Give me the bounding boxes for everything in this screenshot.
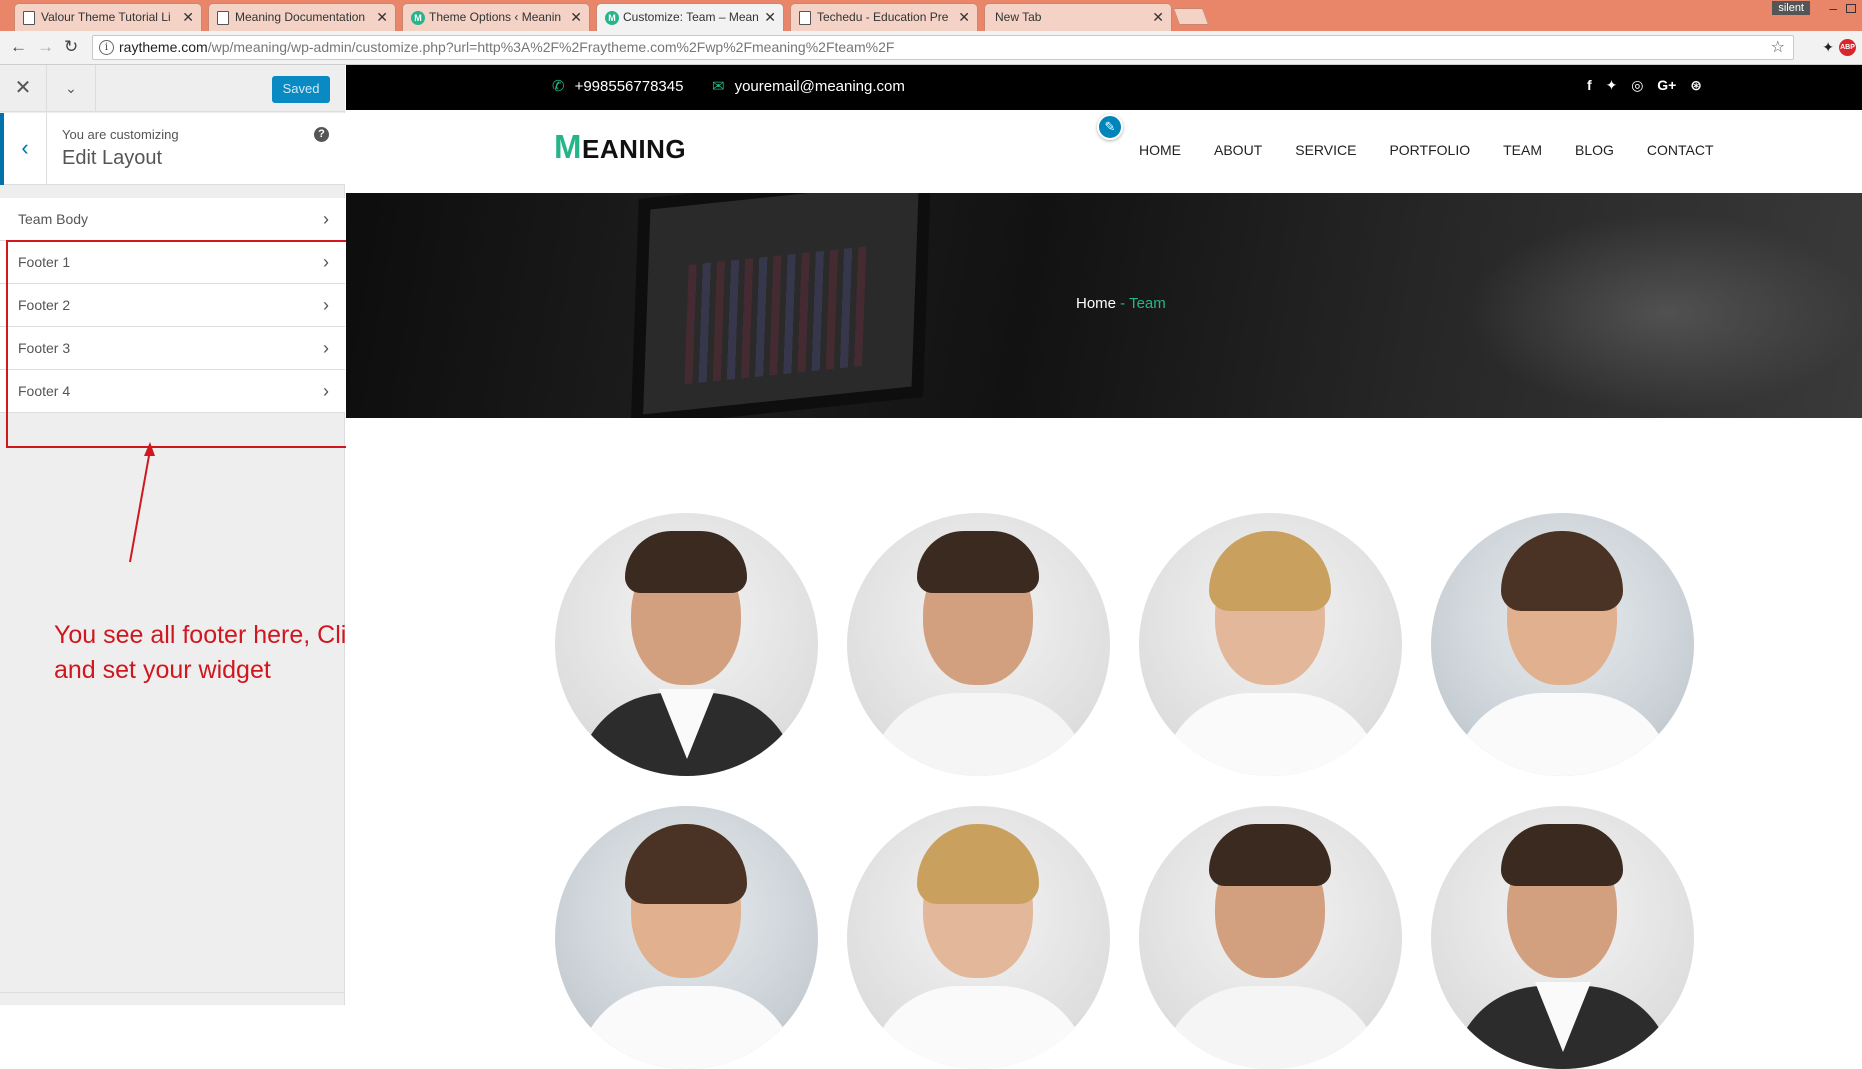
extension-icon[interactable]: ✦ (1822, 39, 1834, 56)
phone-number: +998556778345 (574, 78, 684, 95)
edit-shortcut-pencil-icon[interactable]: ✎ (1097, 114, 1123, 140)
back-chevron-icon[interactable]: ‹ (0, 113, 47, 185)
browser-tab-active[interactable]: M Customize: Team – Mean ✕ (596, 3, 784, 31)
customizing-label: You are customizing (62, 127, 179, 142)
breadcrumb-home[interactable]: Home (1076, 295, 1116, 312)
menu-item-contact[interactable]: CONTACT (1647, 142, 1714, 158)
meaning-favicon-icon: M (411, 11, 425, 25)
contact-phone: ✆ +998556778345 (552, 77, 683, 95)
browser-tab[interactable]: Techedu - Education Pre ✕ (790, 3, 978, 31)
menu-item-home[interactable]: HOME (1139, 142, 1181, 158)
contact-email: ✉ youremail@meaning.com (712, 77, 905, 95)
team-member-photo[interactable] (1139, 806, 1402, 1069)
main-menu: HOME ABOUT SERVICE PORTFOLIO TEAM BLOG C… (1139, 142, 1747, 158)
browser-tab[interactable]: M Theme Options ‹ Meanin ✕ (402, 3, 590, 31)
url-input[interactable]: i raytheme.com/wp/meaning/wp-admin/custo… (92, 35, 1794, 60)
close-icon[interactable]: ✕ (570, 4, 582, 31)
breadcrumb: Home - Team (1076, 295, 1166, 312)
chevron-right-icon: › (323, 209, 329, 229)
page-icon (799, 11, 811, 25)
browser-toolbar: ← → ↻ i raytheme.com/wp/meaning/wp-admin… (0, 31, 1862, 65)
tab-label: New Tab (995, 10, 1042, 24)
adblock-icon[interactable]: ABP (1839, 39, 1856, 56)
section-header: ‹ You are customizing Edit Layout ? (0, 113, 345, 185)
close-icon[interactable]: ✕ (1152, 4, 1164, 31)
close-icon[interactable]: ✕ (376, 4, 388, 31)
email-address: youremail@meaning.com (734, 78, 905, 95)
browser-tab[interactable]: Valour Theme Tutorial Li ✕ (14, 3, 202, 31)
breadcrumb-separator: - (1116, 295, 1130, 312)
saved-button[interactable]: Saved (272, 76, 330, 103)
new-tab-button[interactable] (1172, 8, 1210, 25)
customizer-footer (0, 992, 345, 1005)
team-grid (346, 418, 1862, 1069)
team-member-photo[interactable] (1139, 513, 1402, 776)
logo-first-letter: M (554, 128, 582, 165)
url-path: /wp/meaning/wp-admin/customize.php?url=h… (207, 39, 895, 55)
annotation-highlight-box (6, 240, 366, 448)
maximize-icon[interactable] (1846, 4, 1856, 13)
team-member-photo[interactable] (847, 513, 1110, 776)
menu-item-portfolio[interactable]: PORTFOLIO (1389, 142, 1470, 158)
tab-label: Customize: Team – Mean (623, 10, 759, 24)
back-arrow-icon[interactable]: ← (10, 37, 27, 57)
tab-label: Techedu - Education Pre (817, 10, 949, 24)
page-banner: Home - Team (346, 193, 1862, 418)
tab-label: Theme Options ‹ Meanin (429, 10, 562, 24)
menu-item-service[interactable]: SERVICE (1295, 142, 1356, 158)
team-member-photo[interactable] (1431, 806, 1694, 1069)
profile-badge[interactable]: silent (1772, 1, 1810, 15)
page-icon (23, 11, 35, 25)
annotation-arrow (129, 442, 155, 563)
google-plus-icon[interactable]: G+ (1657, 77, 1676, 93)
reload-icon[interactable]: ↻ (64, 37, 78, 57)
breadcrumb-current: Team (1129, 295, 1166, 312)
customizer-header-actions: ✕ ⌄ Saved (0, 65, 345, 112)
team-member-photo[interactable] (847, 806, 1110, 1069)
section-item-team-body[interactable]: Team Body › (0, 198, 345, 241)
instagram-icon[interactable]: ◎ (1631, 77, 1643, 93)
forward-arrow-icon[interactable]: → (37, 37, 54, 57)
site-info-icon[interactable]: i (99, 40, 114, 55)
menu-item-team[interactable]: TEAM (1503, 142, 1542, 158)
logo-rest: EANING (582, 134, 687, 164)
twitter-icon[interactable]: ✦ (1606, 77, 1618, 93)
url-host: raytheme.com (119, 39, 208, 55)
site-topbar: ✆ +998556778345 ✉ youremail@meaning.com f … (346, 65, 1862, 110)
social-links: f ✦ ◎ G+ ⊛ (1577, 77, 1702, 94)
bookmark-star-icon[interactable]: ☆ (1771, 36, 1785, 59)
team-member-photo[interactable] (1431, 513, 1694, 776)
chevron-down-icon[interactable]: ⌄ (47, 65, 96, 112)
tab-label: Meaning Documentation (235, 10, 366, 24)
site-header: MEANING ✎ HOME ABOUT SERVICE PORTFOLIO T… (346, 110, 1862, 193)
banner-laptop-image (630, 193, 932, 418)
minimize-icon[interactable]: – (1829, 0, 1837, 16)
close-icon[interactable]: ✕ (958, 4, 970, 31)
phone-icon: ✆ (552, 78, 565, 95)
browser-tab[interactable]: Meaning Documentation ✕ (208, 3, 396, 31)
close-icon[interactable]: ✕ (0, 65, 47, 112)
close-icon[interactable]: ✕ (182, 4, 194, 31)
help-icon[interactable]: ? (314, 127, 329, 142)
dribbble-icon[interactable]: ⊛ (1690, 77, 1702, 93)
close-icon[interactable]: ✕ (764, 4, 776, 31)
section-title: Edit Layout (62, 147, 163, 169)
section-item-label: Team Body (18, 211, 89, 227)
browser-tab[interactable]: New Tab ✕ (984, 3, 1172, 31)
meaning-favicon-icon: M (605, 11, 619, 25)
tab-label: Valour Theme Tutorial Li (41, 10, 171, 24)
menu-item-about[interactable]: ABOUT (1214, 142, 1262, 158)
page-icon (217, 11, 229, 25)
team-member-photo[interactable] (555, 806, 818, 1069)
team-member-photo[interactable] (555, 513, 818, 776)
envelope-icon: ✉ (712, 78, 725, 95)
facebook-icon[interactable]: f (1587, 77, 1592, 93)
browser-tab-strip: Valour Theme Tutorial Li ✕ Meaning Docum… (0, 0, 1862, 31)
site-logo[interactable]: MEANING (554, 128, 686, 166)
menu-item-blog[interactable]: BLOG (1575, 142, 1614, 158)
customizer-sidebar: ✕ ⌄ Saved ‹ You are customizing Edit Lay… (0, 65, 345, 1005)
